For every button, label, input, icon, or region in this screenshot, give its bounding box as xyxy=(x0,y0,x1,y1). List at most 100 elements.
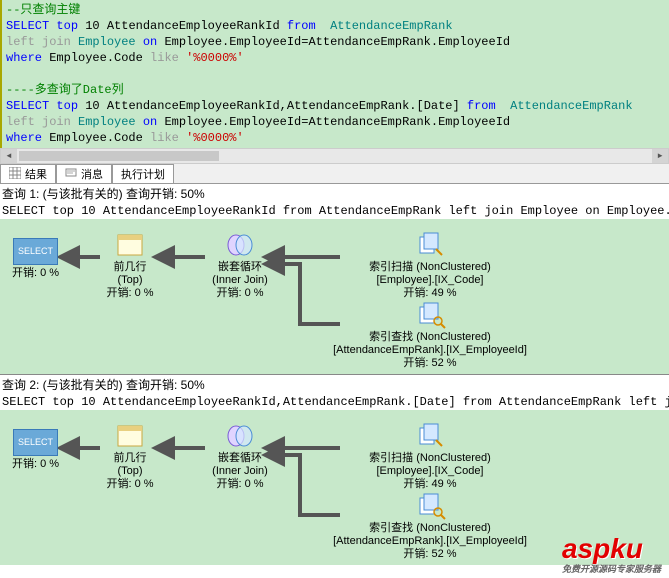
select-icon: SELECT xyxy=(13,429,58,456)
tbl-emp: Employee xyxy=(78,115,136,129)
watermark-sub: 免费开源源码专家服务器 xyxy=(562,565,661,574)
kw-select: SELECT xyxy=(6,19,49,33)
node-top[interactable]: 前几行 (Top) 开销: 0 % xyxy=(95,422,165,491)
label: 嵌套循环 xyxy=(200,261,280,274)
kw-like: like xyxy=(150,51,179,65)
grid-icon xyxy=(9,167,21,182)
kw-from: from xyxy=(467,99,496,113)
sub: [Employee].[IX_Code] xyxy=(340,465,520,478)
kw-top: top xyxy=(56,19,78,33)
label: 索引查找 (NonClustered) xyxy=(320,331,540,344)
top-icon xyxy=(114,422,146,450)
label: 前几行 xyxy=(95,452,165,465)
editor-scrollbar-horizontal[interactable]: ◄ ► xyxy=(0,148,669,164)
message-icon xyxy=(65,167,77,182)
cost: 开销: 0 % xyxy=(95,287,165,300)
label: 嵌套循环 xyxy=(200,452,280,465)
node-index-scan[interactable]: 索引扫描 (NonClustered) [Employee].[IX_Code]… xyxy=(340,422,520,491)
index-seek-icon xyxy=(414,301,446,329)
kw-on: on xyxy=(143,115,157,129)
scroll-right-arrow[interactable]: ► xyxy=(652,149,668,163)
node-nested-loop[interactable]: 嵌套循环 (Inner Join) 开销: 0 % xyxy=(200,422,280,491)
num: 10 xyxy=(85,19,99,33)
index-scan-icon xyxy=(414,422,446,450)
cost: 开销: 49 % xyxy=(340,478,520,491)
cost: 开销: 0 % xyxy=(95,478,165,491)
str-literal: '%0000%' xyxy=(186,131,244,145)
top-icon xyxy=(114,231,146,259)
kw-from: from xyxy=(287,19,316,33)
index-seek-icon xyxy=(414,492,446,520)
sub: [AttendanceEmpRank].[IX_EmployeeId] xyxy=(320,344,540,357)
tab-label: 结果 xyxy=(25,166,47,182)
sub: [Employee].[IX_Code] xyxy=(340,274,520,287)
scroll-track[interactable] xyxy=(17,151,652,161)
tbl-emp: Employee xyxy=(78,35,136,49)
tab-label: 执行计划 xyxy=(121,166,165,182)
plan-canvas[interactable]: SELECT 开销: 0 % 前几行 (Top) 开销: 0 % 嵌套循环 (I… xyxy=(0,219,669,374)
sub: [AttendanceEmpRank].[IX_EmployeeId] xyxy=(320,535,540,548)
tab-execution-plan[interactable]: 执行计划 xyxy=(112,164,174,183)
cost: 开销: 0 % xyxy=(12,458,59,471)
loop-icon xyxy=(224,231,256,259)
kw-leftjoin: left join xyxy=(6,115,71,129)
select-icon: SELECT xyxy=(13,238,58,265)
cost: 开销: 0 % xyxy=(200,287,280,300)
node-top[interactable]: 前几行 (Top) 开销: 0 % xyxy=(95,231,165,300)
node-select[interactable]: SELECT 开销: 0 % xyxy=(12,237,59,280)
query-header: 查询 2: (与该批有关的) 查询开销: 50% xyxy=(0,375,669,394)
tbl: AttendanceEmpRank xyxy=(510,99,632,113)
node-select[interactable]: SELECT 开销: 0 % xyxy=(12,428,59,471)
tab-messages[interactable]: 消息 xyxy=(56,164,112,183)
kw-where: where xyxy=(6,131,42,145)
where-col: Employee.Code xyxy=(49,51,143,65)
tab-results[interactable]: 结果 xyxy=(0,164,56,183)
col: AttendanceEmployeeRankId,AttendanceEmpRa… xyxy=(107,99,460,113)
cost: 开销: 49 % xyxy=(340,287,520,300)
kw-on: on xyxy=(143,35,157,49)
comment: --只查询主键 xyxy=(6,3,80,17)
scroll-thumb[interactable] xyxy=(19,151,219,161)
comment: ----多查询了Date列 xyxy=(6,83,124,97)
sub: (Inner Join) xyxy=(200,274,280,287)
kw-leftjoin: left join xyxy=(6,35,71,49)
watermark: aspku 免费开源源码专家服务器 xyxy=(562,533,661,574)
kw-top: top xyxy=(56,99,78,113)
watermark-text: aspku xyxy=(562,533,643,564)
query-sql-text: SELECT top 10 AttendanceEmployeeRankId f… xyxy=(0,203,669,219)
scroll-left-arrow[interactable]: ◄ xyxy=(1,149,17,163)
cost: 开销: 0 % xyxy=(12,267,59,280)
node-index-seek[interactable]: 索引查找 (NonClustered) [AttendanceEmpRank].… xyxy=(320,301,540,370)
cost: 开销: 52 % xyxy=(320,357,540,370)
label: 索引扫描 (NonClustered) xyxy=(340,452,520,465)
join-cond: Employee.EmployeeId=AttendanceEmpRank.Em… xyxy=(164,35,510,49)
str-literal: '%0000%' xyxy=(186,51,244,65)
query-sql-text: SELECT top 10 AttendanceEmployeeRankId,A… xyxy=(0,394,669,410)
col: AttendanceEmployeeRankId xyxy=(107,19,280,33)
index-scan-icon xyxy=(414,231,446,259)
label: 索引查找 (NonClustered) xyxy=(320,522,540,535)
kw-like: like xyxy=(150,131,179,145)
execution-plan-1: 查询 1: (与该批有关的) 查询开销: 50% SELECT top 10 A… xyxy=(0,184,669,374)
query-header: 查询 1: (与该批有关的) 查询开销: 50% xyxy=(0,184,669,203)
node-index-seek[interactable]: 索引查找 (NonClustered) [AttendanceEmpRank].… xyxy=(320,492,540,561)
loop-icon xyxy=(224,422,256,450)
where-col: Employee.Code xyxy=(49,131,143,145)
tab-label: 消息 xyxy=(81,166,103,182)
join-cond: Employee.EmployeeId=AttendanceEmpRank.Em… xyxy=(164,115,510,129)
label: 索引扫描 (NonClustered) xyxy=(340,261,520,274)
cost: 开销: 0 % xyxy=(200,478,280,491)
sub: (Top) xyxy=(95,274,165,287)
kw-where: where xyxy=(6,51,42,65)
results-tabs: 结果 消息 执行计划 xyxy=(0,164,669,184)
kw-select: SELECT xyxy=(6,99,49,113)
tbl: AttendanceEmpRank xyxy=(330,19,452,33)
sql-editor[interactable]: --只查询主键 SELECT top 10 AttendanceEmployee… xyxy=(0,0,669,148)
num: 10 xyxy=(85,99,99,113)
label: 前几行 xyxy=(95,261,165,274)
cost: 开销: 52 % xyxy=(320,548,540,561)
node-index-scan[interactable]: 索引扫描 (NonClustered) [Employee].[IX_Code]… xyxy=(340,231,520,300)
sub: (Top) xyxy=(95,465,165,478)
sub: (Inner Join) xyxy=(200,465,280,478)
node-nested-loop[interactable]: 嵌套循环 (Inner Join) 开销: 0 % xyxy=(200,231,280,300)
